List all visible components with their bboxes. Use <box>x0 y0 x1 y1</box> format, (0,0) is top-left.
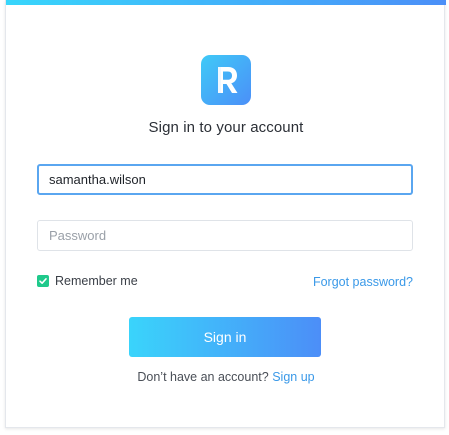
r-logo-icon <box>201 55 251 105</box>
checkbox-checked-icon[interactable] <box>37 275 49 287</box>
top-accent-bar <box>6 0 446 5</box>
page: Sign in to your account Remember me Forg… <box>0 0 449 435</box>
sign-in-button[interactable]: Sign in <box>129 317 321 357</box>
signup-prompt: Don’t have an account? <box>137 370 273 384</box>
login-card: Sign in to your account Remember me Forg… <box>5 0 446 428</box>
signup-row: Don’t have an account? Sign up <box>6 370 446 384</box>
remember-me-label: Remember me <box>55 274 138 288</box>
page-title: Sign in to your account <box>148 119 304 136</box>
forgot-password-link[interactable]: Forgot password? <box>313 275 413 289</box>
sign-up-link[interactable]: Sign up <box>272 370 314 384</box>
password-input[interactable] <box>37 220 413 251</box>
remember-me-checkbox[interactable]: Remember me <box>37 274 138 288</box>
username-input[interactable] <box>37 164 413 195</box>
